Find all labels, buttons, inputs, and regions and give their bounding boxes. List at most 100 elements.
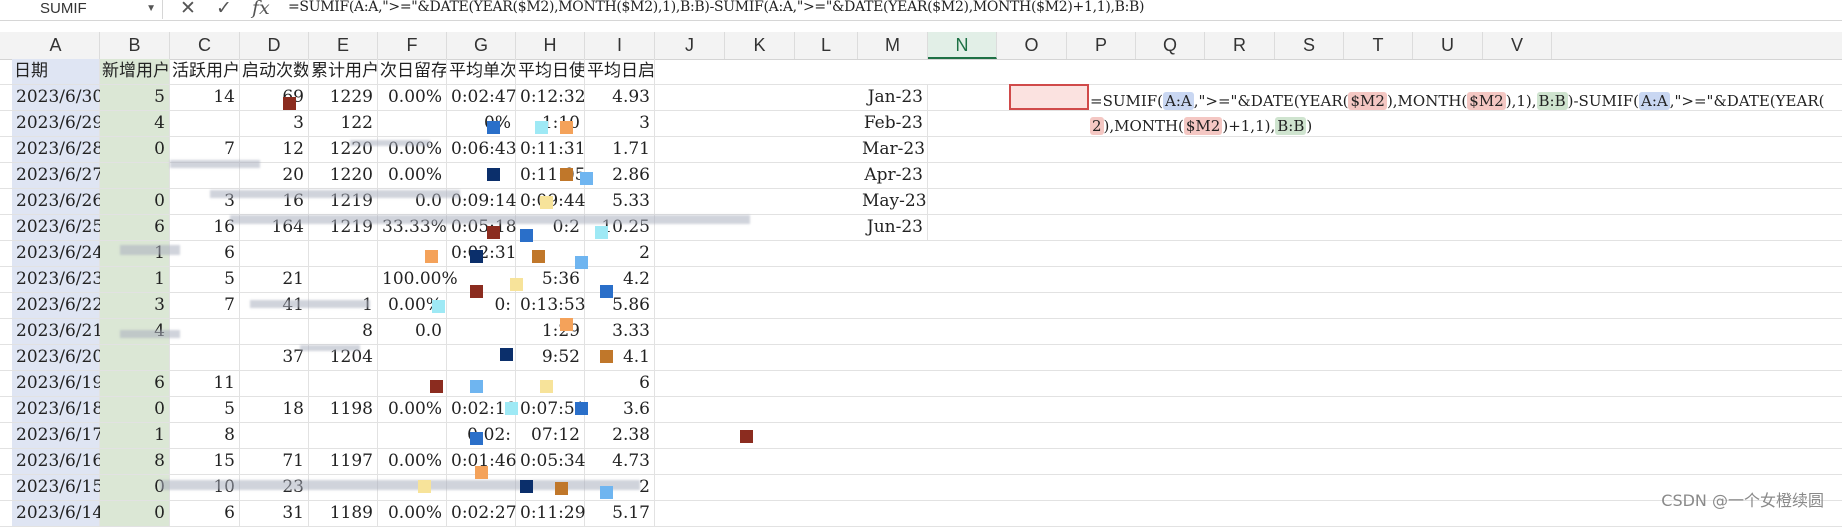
data-cell[interactable]: 0.0 xyxy=(378,319,447,344)
data-cell[interactable]: 2.38 xyxy=(585,423,655,448)
data-cell[interactable]: 2023/6/21 xyxy=(12,319,103,344)
data-cell[interactable]: 5 xyxy=(170,267,240,292)
column-header-t[interactable]: T xyxy=(1344,32,1413,59)
header-cell-3[interactable]: 活跃用户 xyxy=(170,59,240,84)
column-header-n[interactable]: N xyxy=(928,32,997,59)
header-cell-8[interactable]: 平均日使 xyxy=(516,59,585,84)
data-cell[interactable]: 0.00% xyxy=(378,449,447,474)
column-header-j[interactable]: J xyxy=(655,32,725,59)
formula-input[interactable]: =SUMIF(A:A,">="&DATE(YEAR($M2),MONTH($M2… xyxy=(288,0,1145,15)
month-cell[interactable]: Mar-23 xyxy=(858,137,928,162)
data-cell[interactable] xyxy=(170,345,240,370)
data-cell[interactable]: 0.00% xyxy=(378,163,447,188)
data-cell[interactable]: 3 xyxy=(240,111,309,136)
name-box[interactable]: SUMIF ▼ xyxy=(0,0,163,19)
data-cell[interactable]: 5 xyxy=(170,397,240,422)
data-cell[interactable]: 2023/6/16 xyxy=(12,449,103,474)
data-cell[interactable]: 0:11:29 xyxy=(516,501,586,526)
data-cell[interactable]: 2023/6/23 xyxy=(12,267,103,292)
column-header-b[interactable]: B xyxy=(100,32,170,59)
data-cell[interactable]: 1229 xyxy=(309,85,378,110)
column-header-m[interactable]: M xyxy=(858,32,928,59)
data-cell[interactable] xyxy=(378,345,447,370)
header-cell-5[interactable]: 累计用户 xyxy=(309,59,378,84)
data-cell[interactable]: 12 xyxy=(240,137,309,162)
data-cell[interactable]: 2023/6/30 xyxy=(12,85,103,110)
data-cell[interactable]: 1:10 xyxy=(516,111,585,136)
data-cell[interactable]: 1198 xyxy=(309,397,378,422)
column-header-o[interactable]: O xyxy=(997,32,1067,59)
column-header-f[interactable]: F xyxy=(378,32,447,59)
data-cell[interactable]: 07:12 xyxy=(516,423,585,448)
month-cell[interactable]: Jan-23 xyxy=(858,85,928,110)
month-cell[interactable]: Apr-23 xyxy=(858,163,928,188)
column-header-g[interactable]: G xyxy=(447,32,516,59)
chevron-down-icon[interactable]: ▼ xyxy=(146,0,156,18)
column-header-c[interactable]: C xyxy=(170,32,240,59)
data-cell[interactable]: 2023/6/25 xyxy=(12,215,103,240)
data-cell[interactable]: 0% xyxy=(447,111,516,136)
column-header-l[interactable]: L xyxy=(795,32,858,59)
data-cell[interactable]: 0:02:47 xyxy=(447,85,517,110)
data-cell[interactable] xyxy=(240,241,309,266)
data-cell[interactable]: 9:52 xyxy=(516,345,585,370)
data-cell[interactable] xyxy=(447,163,516,188)
column-header-p[interactable]: P xyxy=(1067,32,1136,59)
data-cell[interactable]: 2023/6/27 xyxy=(12,163,103,188)
data-cell[interactable]: 6 xyxy=(100,215,170,240)
data-cell[interactable]: 1189 xyxy=(309,501,378,526)
data-cell[interactable]: 11 xyxy=(170,371,240,396)
data-cell[interactable]: 100.00% xyxy=(378,267,458,292)
column-header-d[interactable]: D xyxy=(240,32,309,59)
data-cell[interactable]: 4.1 xyxy=(585,345,655,370)
data-cell[interactable]: 2023/6/17 xyxy=(12,423,103,448)
data-cell[interactable]: 2023/6/14 xyxy=(12,501,103,526)
month-cell[interactable]: May-23 xyxy=(858,189,928,214)
column-header-a[interactable]: A xyxy=(12,32,100,59)
data-cell[interactable]: 71 xyxy=(240,449,309,474)
data-cell[interactable]: 2023/6/18 xyxy=(12,397,103,422)
data-cell[interactable]: 5 xyxy=(100,85,170,110)
data-cell[interactable]: 6 xyxy=(100,371,170,396)
data-cell[interactable]: 0:11:31 xyxy=(516,137,586,162)
data-cell[interactable]: 4.93 xyxy=(585,85,655,110)
active-cell[interactable] xyxy=(1009,84,1089,110)
data-cell[interactable]: 4.2 xyxy=(585,267,655,292)
data-cell[interactable]: 0 xyxy=(100,189,170,214)
data-cell[interactable]: 5.86 xyxy=(585,293,655,318)
header-cell-7[interactable]: 平均单次 xyxy=(447,59,516,84)
column-header-v[interactable]: V xyxy=(1483,32,1552,59)
data-cell[interactable]: 2023/6/15 xyxy=(12,475,103,500)
data-cell[interactable] xyxy=(378,423,447,448)
data-cell[interactable]: 1197 xyxy=(309,449,378,474)
data-cell[interactable] xyxy=(309,241,378,266)
data-cell[interactable]: 0:13:53 xyxy=(516,293,586,318)
column-header-q[interactable]: Q xyxy=(1136,32,1205,59)
data-cell[interactable]: 6 xyxy=(170,241,240,266)
data-cell[interactable]: 7 xyxy=(170,293,240,318)
data-cell[interactable]: 2023/6/26 xyxy=(12,189,103,214)
data-cell[interactable] xyxy=(309,371,378,396)
data-cell[interactable]: 6 xyxy=(585,371,655,396)
close-icon[interactable]: ✕ xyxy=(180,0,196,19)
data-cell[interactable]: 1:29 xyxy=(516,319,585,344)
column-header-r[interactable]: R xyxy=(1205,32,1275,59)
data-cell[interactable]: 2023/6/20 xyxy=(12,345,103,370)
data-cell[interactable]: 3 xyxy=(585,111,655,136)
data-cell[interactable]: 31 xyxy=(240,501,309,526)
data-cell[interactable]: 0:12:32 xyxy=(516,85,586,110)
data-cell[interactable]: 1.71 xyxy=(585,137,655,162)
column-header-u[interactable]: U xyxy=(1413,32,1483,59)
data-cell[interactable]: 2023/6/24 xyxy=(12,241,103,266)
column-header-i[interactable]: I xyxy=(585,32,655,59)
data-cell[interactable]: 2 xyxy=(585,241,655,266)
data-cell[interactable]: 8 xyxy=(170,423,240,448)
data-cell[interactable]: 0 xyxy=(100,137,170,162)
data-cell[interactable] xyxy=(240,423,309,448)
data-cell[interactable] xyxy=(100,345,170,370)
data-cell[interactable]: 0 xyxy=(100,501,170,526)
data-cell[interactable]: 0.00% xyxy=(378,501,447,526)
data-cell[interactable]: 3.6 xyxy=(585,397,655,422)
data-cell[interactable]: 0:05:34 xyxy=(516,449,586,474)
data-cell[interactable]: 2023/6/22 xyxy=(12,293,103,318)
